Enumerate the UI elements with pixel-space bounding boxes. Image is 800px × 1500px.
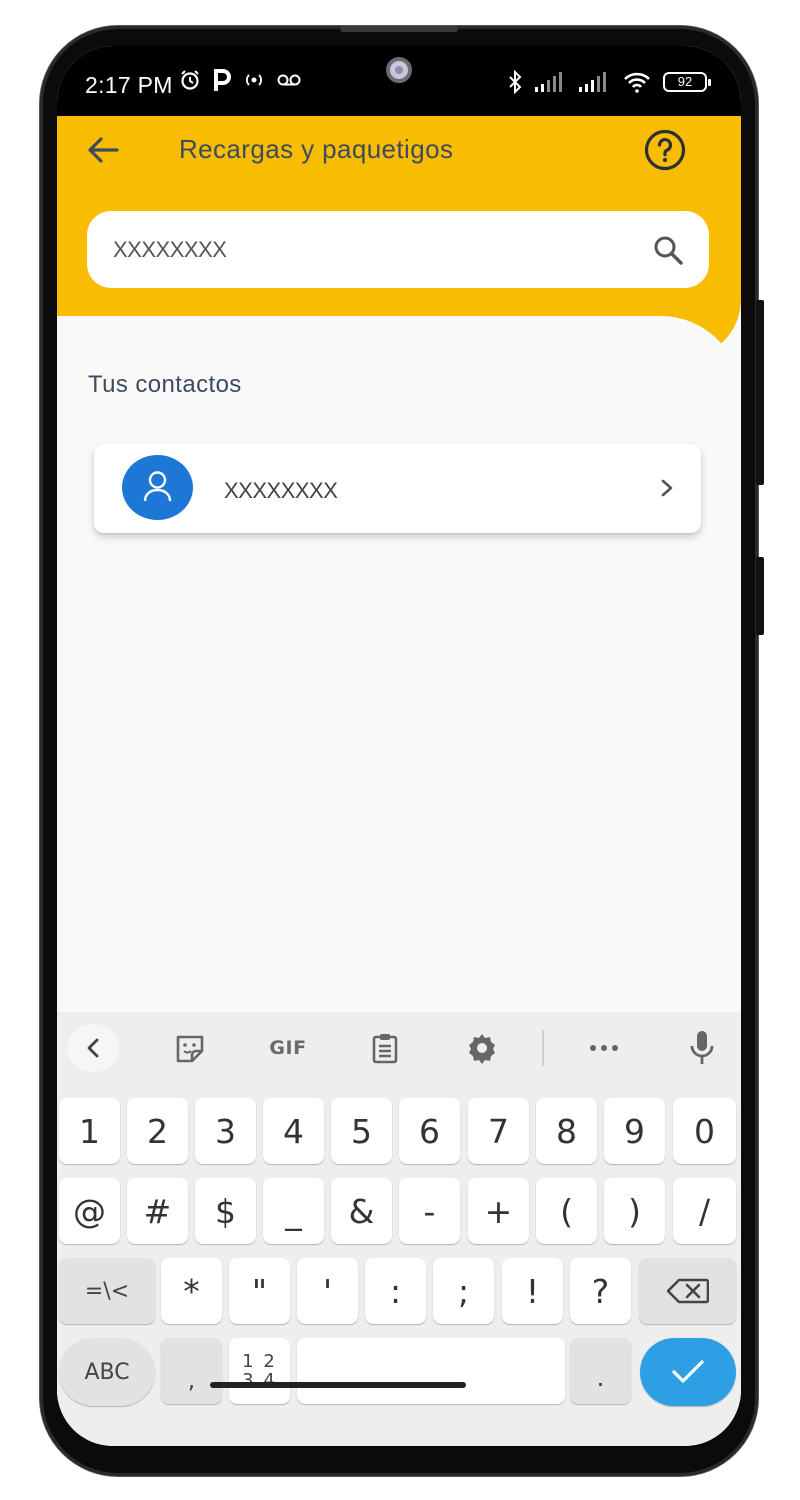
search-input[interactable]: XXXXXXXX (87, 211, 709, 288)
key-close-paren[interactable]: ) (604, 1178, 665, 1244)
key-plus[interactable]: + (468, 1178, 529, 1244)
alarm-icon (181, 70, 199, 90)
key-double-quote[interactable]: " (229, 1258, 290, 1324)
gear-icon (469, 1034, 495, 1064)
key-space[interactable] (297, 1338, 565, 1404)
mic-icon (690, 1031, 714, 1064)
search-icon[interactable] (651, 233, 685, 267)
key-0[interactable]: 0 (673, 1098, 736, 1164)
key-backspace[interactable] (639, 1258, 736, 1324)
parking-icon (214, 69, 231, 91)
more-icon (590, 1045, 618, 1051)
wifi-icon (624, 72, 650, 93)
key-3[interactable]: 3 (195, 1098, 256, 1164)
key-at[interactable]: @ (59, 1178, 120, 1244)
front-camera (386, 57, 412, 83)
battery-icon: 92 (663, 72, 711, 92)
search-value: XXXXXXXX (113, 237, 227, 262)
volume-button (756, 300, 764, 485)
keyboard: GIF 1 2 3 4 5 6 7 8 9 0 @ # $ _ & - + (… (57, 1012, 741, 1446)
key-ampersand[interactable]: & (331, 1178, 392, 1244)
key-underscore[interactable]: _ (263, 1178, 324, 1244)
check-icon (672, 1360, 704, 1383)
bluetooth-icon (509, 70, 522, 94)
clipboard-icon (372, 1034, 398, 1064)
contact-name: XXXXXXXX (213, 476, 400, 508)
gif-label: GIF (269, 1037, 307, 1059)
key-colon[interactable]: : (365, 1258, 426, 1324)
key-8[interactable]: 8 (536, 1098, 597, 1164)
section-title: Tus contactos (88, 371, 242, 398)
signal-icon (579, 72, 606, 92)
gif-button[interactable]: GIF (263, 1030, 313, 1066)
key-4[interactable]: 4 (263, 1098, 324, 1164)
key-7[interactable]: 7 (468, 1098, 529, 1164)
status-icons-left (179, 68, 301, 92)
key-comma[interactable]: , (161, 1338, 222, 1404)
clipboard-button[interactable] (368, 1030, 402, 1066)
key-numpad-toggle[interactable]: 1 2 3 4 (229, 1338, 290, 1404)
phone-speaker (340, 26, 458, 32)
help-circle-icon (644, 129, 686, 171)
screen: 2:17 PM 92 Recargas y paquetigos XXXXXXX… (57, 46, 741, 1446)
key-semicolon[interactable]: ; (433, 1258, 494, 1324)
chevron-left-icon (87, 1038, 99, 1058)
numtoggle-top: 1 2 (242, 1351, 277, 1372)
key-open-paren[interactable]: ( (536, 1178, 597, 1244)
contact-item[interactable]: XXXXXXXX (94, 444, 701, 533)
keyboard-collapse-button[interactable] (67, 1024, 119, 1072)
key-minus[interactable]: - (399, 1178, 460, 1244)
key-2[interactable]: 2 (127, 1098, 188, 1164)
key-1[interactable]: 1 (59, 1098, 120, 1164)
status-icons-right: 92 (507, 70, 711, 94)
voicemail-icon (277, 74, 301, 86)
key-dollar[interactable]: $ (195, 1178, 256, 1244)
power-button (756, 557, 764, 635)
key-single-quote[interactable]: ' (297, 1258, 358, 1324)
key-question[interactable]: ? (570, 1258, 631, 1324)
sticker-button[interactable] (172, 1030, 208, 1066)
key-enter[interactable] (640, 1338, 736, 1406)
sticker-icon (176, 1035, 204, 1063)
key-abc[interactable]: ABC (59, 1338, 155, 1406)
key-6[interactable]: 6 (399, 1098, 460, 1164)
signal-icon (535, 72, 562, 92)
more-button[interactable] (587, 1030, 621, 1066)
key-5[interactable]: 5 (331, 1098, 392, 1164)
key-slash[interactable]: / (673, 1178, 736, 1244)
help-button[interactable] (643, 128, 687, 172)
chevron-right-icon (661, 479, 673, 497)
person-icon (143, 471, 172, 502)
hotspot-icon (246, 74, 262, 86)
arrow-left-icon (88, 137, 119, 163)
backspace-icon (666, 1278, 709, 1304)
keyboard-toolbar: GIF (57, 1012, 741, 1084)
toolbar-divider (542, 1030, 544, 1066)
avatar (122, 455, 193, 520)
key-9[interactable]: 9 (604, 1098, 665, 1164)
voice-input-button[interactable] (687, 1030, 717, 1066)
key-asterisk[interactable]: * (161, 1258, 222, 1324)
key-exclamation[interactable]: ! (502, 1258, 563, 1324)
home-indicator[interactable] (210, 1382, 466, 1388)
key-hash[interactable]: # (127, 1178, 188, 1244)
page-title: Recargas y paquetigos (179, 134, 454, 164)
settings-button[interactable] (465, 1030, 499, 1066)
key-period[interactable]: . (570, 1338, 631, 1404)
status-time: 2:17 PM (85, 72, 173, 98)
key-more-symbols[interactable]: =\< (59, 1258, 155, 1324)
back-button[interactable] (83, 130, 123, 170)
